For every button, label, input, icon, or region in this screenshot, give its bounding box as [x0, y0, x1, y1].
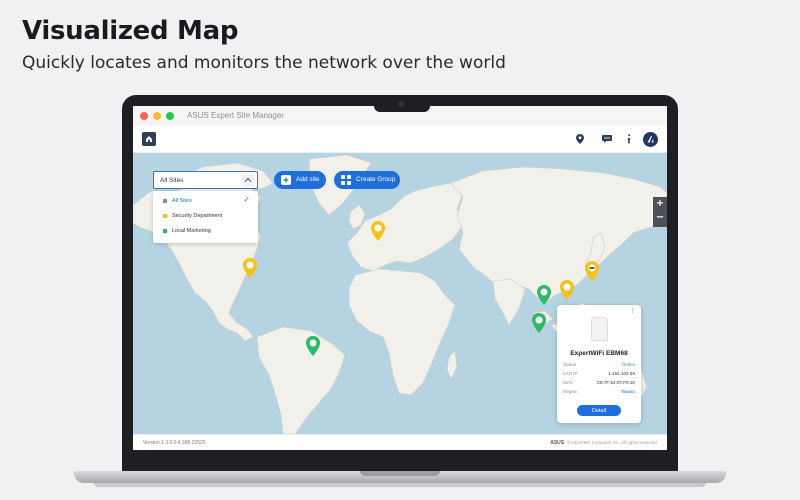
row-value: 1.164.104.56	[608, 371, 635, 376]
site-filter-select[interactable]: All Sites	[153, 171, 258, 189]
map-pin-southeast-asia[interactable]	[532, 313, 546, 333]
copyright-text: ©ASUSTeK Computer Inc. All rights reserv…	[567, 440, 657, 445]
plus-icon	[281, 175, 291, 185]
hero-title: Visualized Map	[22, 16, 239, 46]
asia-landmass	[450, 166, 667, 304]
asus-logo: ASUS	[550, 440, 565, 446]
info-button[interactable]	[622, 132, 636, 146]
maximize-window-button[interactable]	[166, 112, 174, 120]
user-avatar[interactable]	[643, 132, 658, 147]
chevron-up-icon[interactable]	[242, 174, 254, 186]
copyright-notice: ASUS ©ASUSTeK Computer Inc. All rights re…	[550, 440, 657, 446]
location-icon	[576, 134, 584, 144]
site-option-all-sites[interactable]: All Sites ✓	[153, 194, 258, 208]
europe-landmass	[346, 182, 464, 272]
minimize-window-button[interactable]	[153, 112, 161, 120]
app-toolbar	[133, 126, 667, 153]
site-option-label: Security Department	[172, 212, 223, 219]
row-value: Taiwan	[620, 389, 635, 394]
group-grid-icon	[341, 175, 351, 185]
row-label: LAN IP	[563, 371, 578, 376]
map-pin-japan[interactable]	[585, 261, 599, 281]
row-value: C8:7F:54:07:F0:10	[596, 380, 635, 385]
create-group-button[interactable]: Create Group	[334, 171, 400, 189]
add-site-button[interactable]: Add site	[274, 171, 326, 189]
device-region-row: Region Taiwan	[563, 389, 635, 398]
chat-icon	[601, 135, 612, 143]
site-color-swatch	[163, 199, 167, 203]
device-mac-row: MAC C8:7F:54:07:F0:10	[563, 380, 635, 389]
row-value: Online	[621, 362, 635, 367]
location-button[interactable]	[573, 132, 587, 146]
checkmark-icon: ✓	[243, 195, 250, 204]
zoom-control: + −	[653, 197, 667, 227]
site-option-local-marketing[interactable]: Local Marketing	[153, 224, 258, 238]
more-options-icon[interactable]: ⋮	[629, 307, 636, 315]
laptop-lip	[360, 471, 440, 476]
app-footer: Version 1.3.0.0.4.388.23525 ASUS ©ASUSTeK…	[133, 434, 667, 450]
camera-notch	[374, 98, 430, 112]
site-filter-dropdown: All Sites ✓ Security Department Local Ma…	[153, 191, 258, 243]
router-device-image	[591, 317, 608, 341]
world-map[interactable]: All Sites All Sites ✓ Security Departmen…	[133, 153, 667, 434]
map-pin-south-america[interactable]	[306, 336, 320, 356]
info-icon	[628, 134, 631, 144]
hero-subtitle: Quickly locates and monitors the network…	[22, 53, 506, 73]
site-color-swatch	[163, 229, 167, 233]
site-filter-value: All Sites	[160, 177, 184, 184]
add-site-label: Add site	[296, 176, 320, 183]
row-label: Region	[563, 389, 578, 394]
row-label: Status	[563, 362, 577, 367]
device-lan-ip-row: LAN IP 1.164.104.56	[563, 371, 635, 380]
india-landmass	[492, 278, 526, 326]
detail-button[interactable]: Detail	[577, 405, 621, 416]
version-text: Version 1.3.0.0.4.388.23525	[143, 440, 206, 446]
map-pin-taiwan[interactable]	[560, 280, 574, 300]
site-option-label: All Sites	[172, 197, 192, 204]
laptop-shadow	[94, 483, 706, 487]
site-option-security-department[interactable]: Security Department	[153, 209, 258, 223]
chat-button[interactable]	[600, 132, 614, 146]
app-window: ASUS Expert Site Manager All Sites All S…	[133, 106, 667, 450]
camera-icon	[398, 101, 404, 107]
zoom-in-button[interactable]: +	[653, 198, 667, 209]
map-pin-south-asia[interactable]	[537, 285, 551, 305]
south-america-landmass	[256, 326, 346, 434]
map-pin-north-america[interactable]	[243, 258, 257, 278]
row-label: MAC	[563, 380, 574, 385]
device-status-row: Status Online	[563, 362, 635, 371]
close-window-button[interactable]	[140, 112, 148, 120]
map-pin-europe[interactable]	[371, 221, 385, 241]
avatar-logo-icon	[647, 136, 654, 143]
site-color-swatch	[163, 214, 167, 218]
device-info-card: ⋮ ExpertWiFi EBM68 Status Online LAN IP …	[557, 305, 641, 423]
home-button[interactable]	[142, 132, 156, 146]
africa-landmass	[348, 268, 456, 396]
madagascar-landmass	[446, 350, 458, 380]
site-option-label: Local Marketing	[172, 227, 211, 234]
window-title: ASUS Expert Site Manager	[187, 111, 284, 120]
device-name: ExpertWiFi EBM68	[570, 350, 628, 357]
create-group-label: Create Group	[356, 176, 396, 183]
zoom-out-button[interactable]: −	[653, 212, 667, 223]
home-icon	[146, 136, 152, 142]
